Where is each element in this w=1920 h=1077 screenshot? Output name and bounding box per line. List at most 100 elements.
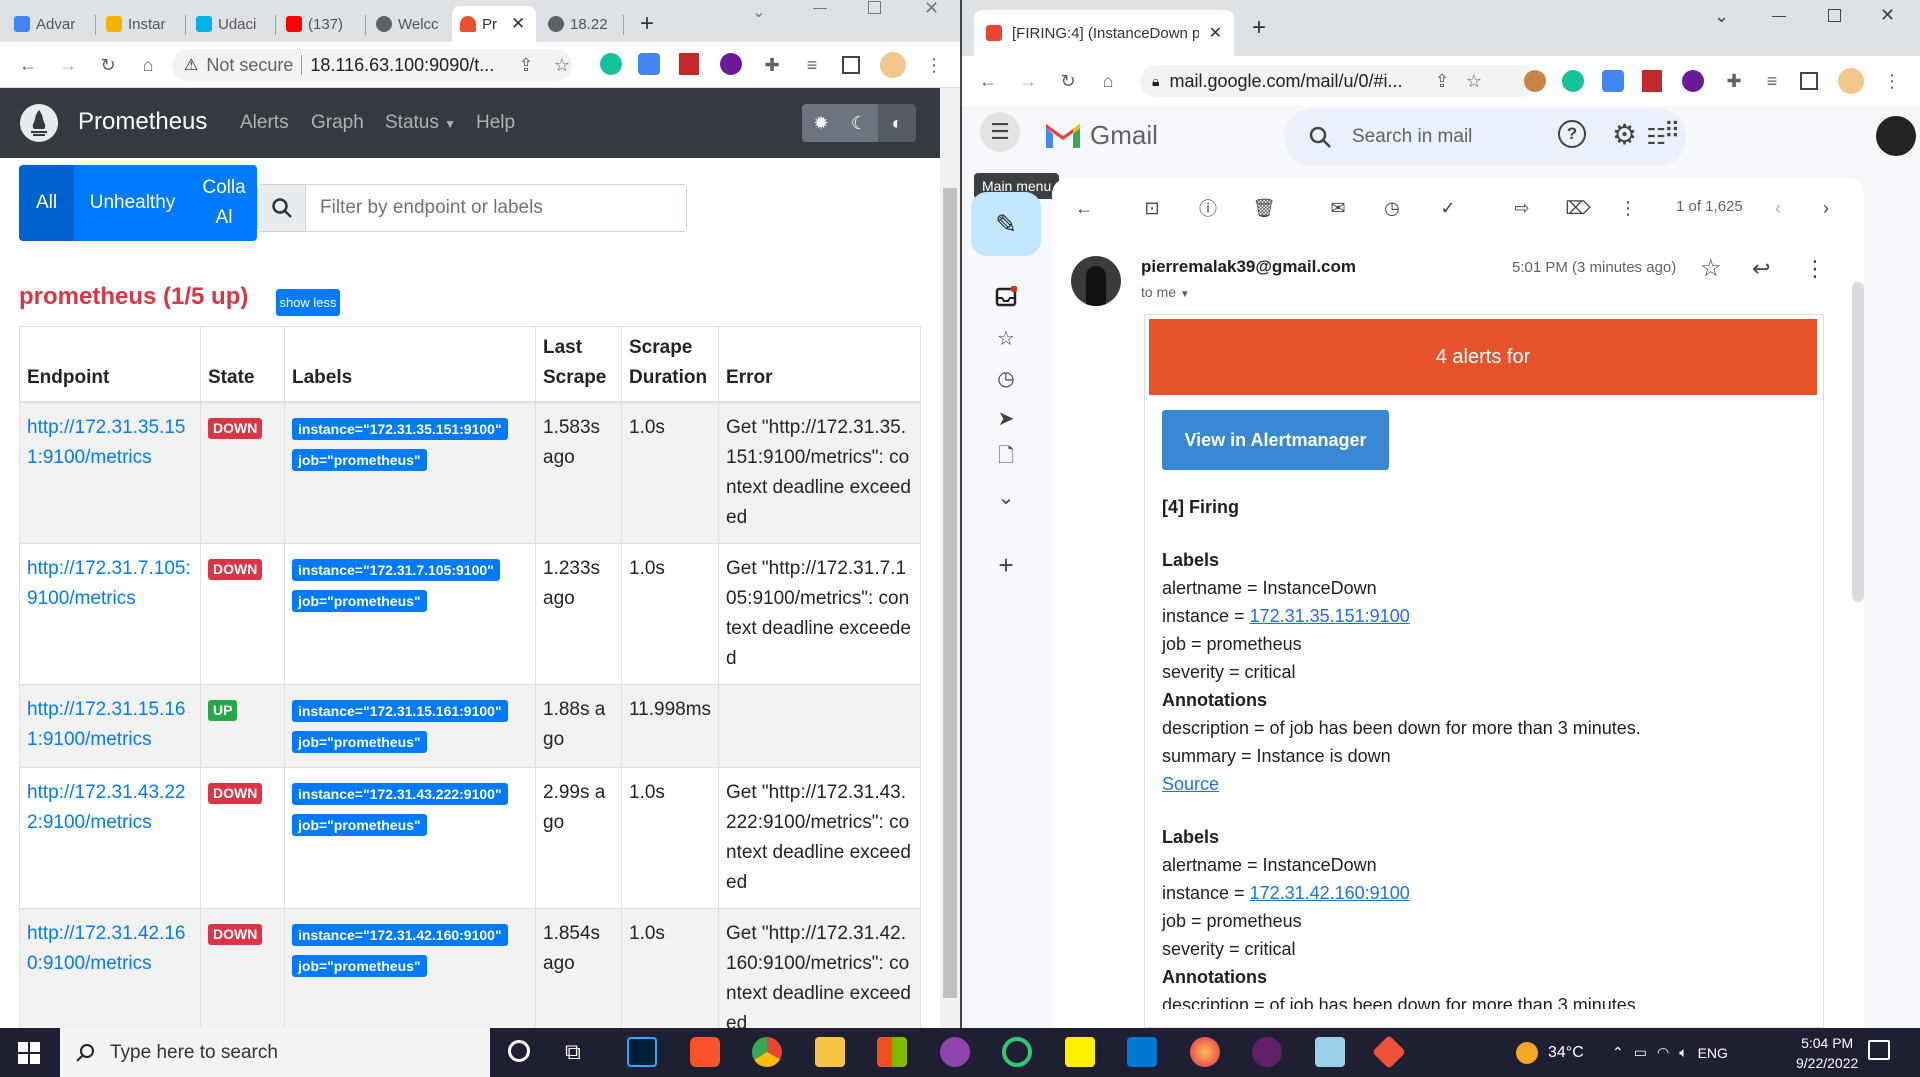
reload-icon[interactable]: ↻	[1056, 69, 1080, 93]
grammarly-icon[interactable]	[600, 53, 622, 75]
forward-icon[interactable]: →	[1016, 69, 1040, 93]
page-scrollbar[interactable]	[940, 88, 960, 1028]
dark-theme-moon-icon[interactable]: ☾	[840, 104, 878, 142]
nav-status[interactable]: Status ▼	[385, 112, 456, 134]
notepad-icon[interactable]	[1315, 1037, 1345, 1067]
sticky-notes-icon[interactable]	[1065, 1037, 1095, 1067]
tab-search-icon[interactable]: ⌄	[1714, 6, 1729, 27]
endpoint-link[interactable]: http://172.31.43.222:9100/metrics	[27, 782, 185, 833]
menu-dots-icon[interactable]: ⋮	[1880, 69, 1904, 93]
pdf-extension-icon[interactable]	[1642, 70, 1662, 92]
close-tab-icon[interactable]: ✕	[511, 14, 525, 34]
sync-app-icon[interactable]	[1002, 1037, 1032, 1067]
recipient-details[interactable]: to me ▼	[1141, 284, 1190, 300]
nav-graph[interactable]: Graph	[311, 112, 364, 134]
endpoint-link[interactable]: http://172.31.7.105:9100/metrics	[27, 558, 191, 609]
share-icon[interactable]: ⇪	[514, 53, 538, 77]
slack-icon[interactable]	[1252, 1037, 1282, 1067]
translate-icon[interactable]	[1602, 70, 1624, 92]
more-actions-icon[interactable]: ⋮	[1616, 196, 1640, 220]
endpoint-link[interactable]: http://172.31.15.161:9100/metrics	[27, 699, 185, 750]
file-explorer-icon[interactable]	[815, 1037, 845, 1067]
weather-widget[interactable]: 34°C	[1516, 1028, 1584, 1077]
filter-unhealthy-button[interactable]: Unhealthy	[74, 165, 191, 241]
address-bar[interactable]: ⚠ Not secure 18.116.63.100:9090/t...	[172, 49, 572, 81]
back-to-inbox-icon[interactable]: ←	[1072, 196, 1096, 220]
tab-search-icon[interactable]: ⌄	[752, 2, 765, 22]
endpoint-link[interactable]: http://172.31.35.151:9100/metrics	[27, 417, 185, 468]
instance-link[interactable]: 172.31.35.151:9100	[1250, 606, 1410, 626]
home-icon[interactable]: ⌂	[136, 53, 160, 77]
home-icon[interactable]: ⌂	[1096, 69, 1120, 93]
sender-email[interactable]: pierremalak39@gmail.com	[1141, 257, 1356, 277]
scrollbar-thumb[interactable]	[943, 188, 957, 998]
apps-grid-icon[interactable]: ⠿	[1664, 118, 1680, 144]
browser-tab-4[interactable]: (137)	[278, 6, 366, 42]
pool-title[interactable]: prometheus (1/5 up)	[19, 283, 248, 311]
archive-icon[interactable]: ⊡	[1140, 196, 1164, 220]
report-spam-icon[interactable]: ⓘ	[1196, 196, 1220, 220]
new-tab-icon[interactable]: +	[1252, 14, 1266, 42]
mark-unread-icon[interactable]: ✉	[1326, 196, 1350, 220]
volume-icon[interactable]: 🔈︎	[1679, 1044, 1687, 1061]
minimize-icon[interactable]	[813, 8, 827, 9]
battery-icon[interactable]: ▭	[1634, 1044, 1647, 1061]
older-chevron-right-icon[interactable]: ›	[1814, 196, 1838, 220]
taskbar-search[interactable]: Type here to search	[60, 1028, 490, 1077]
show-less-button[interactable]: show less	[276, 289, 340, 316]
account-avatar[interactable]	[1876, 116, 1916, 156]
back-icon[interactable]: ←	[16, 53, 40, 77]
sent-icon[interactable]: ➤	[993, 405, 1019, 431]
pdf-extension-icon[interactable]	[679, 53, 699, 75]
nav-help[interactable]: Help	[476, 112, 515, 134]
help-icon[interactable]: ?	[1558, 120, 1586, 148]
reply-icon[interactable]: ↩	[1752, 256, 1770, 282]
nav-alerts[interactable]: Alerts	[240, 112, 289, 134]
brave-icon[interactable]	[690, 1037, 720, 1067]
browser-tab-1[interactable]: Advar	[6, 6, 96, 42]
filter-input[interactable]	[306, 185, 686, 231]
git-icon[interactable]	[1372, 1035, 1406, 1069]
browser-theme-icon[interactable]: ◐	[878, 104, 916, 142]
forward-icon[interactable]: →	[56, 53, 80, 77]
snooze-icon[interactable]: ◷	[1380, 196, 1404, 220]
notifications-icon[interactable]	[1868, 1040, 1890, 1060]
close-window-icon[interactable]: ✕	[924, 0, 939, 19]
collapse-all-button[interactable]: Colla Al	[191, 165, 257, 241]
puzzle-icon[interactable]: ✚	[760, 53, 784, 77]
clock[interactable]: 5:04 PM 9/22/2022	[1796, 1028, 1858, 1077]
cortana-icon[interactable]	[508, 1040, 530, 1062]
puzzle-icon[interactable]: ✚	[1722, 69, 1746, 93]
close-tab-icon[interactable]: ✕	[1209, 23, 1222, 43]
task-view-icon[interactable]: ⧉	[565, 1039, 581, 1065]
profile-avatar[interactable]	[1838, 68, 1864, 94]
reading-list-icon[interactable]: ≡	[800, 53, 824, 77]
inbox-icon[interactable]	[993, 284, 1019, 310]
label-icon[interactable]: ⌦	[1565, 196, 1590, 220]
language-indicator[interactable]: ENG	[1698, 1045, 1728, 1061]
starred-icon[interactable]: ☆	[993, 325, 1019, 351]
filter-all-button[interactable]: All	[19, 165, 74, 241]
browser-tab-7[interactable]: 18.22	[540, 6, 624, 42]
more-options-icon[interactable]: ⋮	[1804, 256, 1826, 282]
main-menu-hamburger-icon[interactable]: ☰	[980, 112, 1020, 152]
bookmark-star-icon[interactable]: ☆	[550, 53, 574, 77]
extension-icon[interactable]	[720, 53, 742, 75]
vscode-icon[interactable]	[1127, 1037, 1157, 1067]
chrome-icon[interactable]	[752, 1037, 782, 1067]
browser-tab-2[interactable]: Instar	[98, 6, 186, 42]
instance-link[interactable]: 172.31.42.160:9100	[1250, 883, 1410, 903]
menu-dots-icon[interactable]: ⋮	[922, 53, 946, 77]
view-in-alertmanager-button[interactable]: View in Alertmanager	[1162, 410, 1389, 470]
browser-tab-3[interactable]: Udaci	[188, 6, 276, 42]
gmail-tab[interactable]: [FIRING:4] (InstanceDown prome ✕	[974, 10, 1234, 56]
photoshop-icon[interactable]	[627, 1037, 657, 1067]
microsoft-store-icon[interactable]	[877, 1037, 907, 1067]
source-link[interactable]: Source	[1162, 774, 1219, 795]
share-icon[interactable]: ⇪	[1430, 69, 1454, 93]
light-theme-gear-icon[interactable]: ✹	[802, 104, 840, 142]
drafts-icon[interactable]: 🗋︎	[993, 445, 1019, 471]
back-icon[interactable]: ←	[976, 69, 1000, 93]
browser-tab-5[interactable]: Welcc	[368, 6, 456, 42]
cookie-extension-icon[interactable]	[1524, 70, 1546, 92]
